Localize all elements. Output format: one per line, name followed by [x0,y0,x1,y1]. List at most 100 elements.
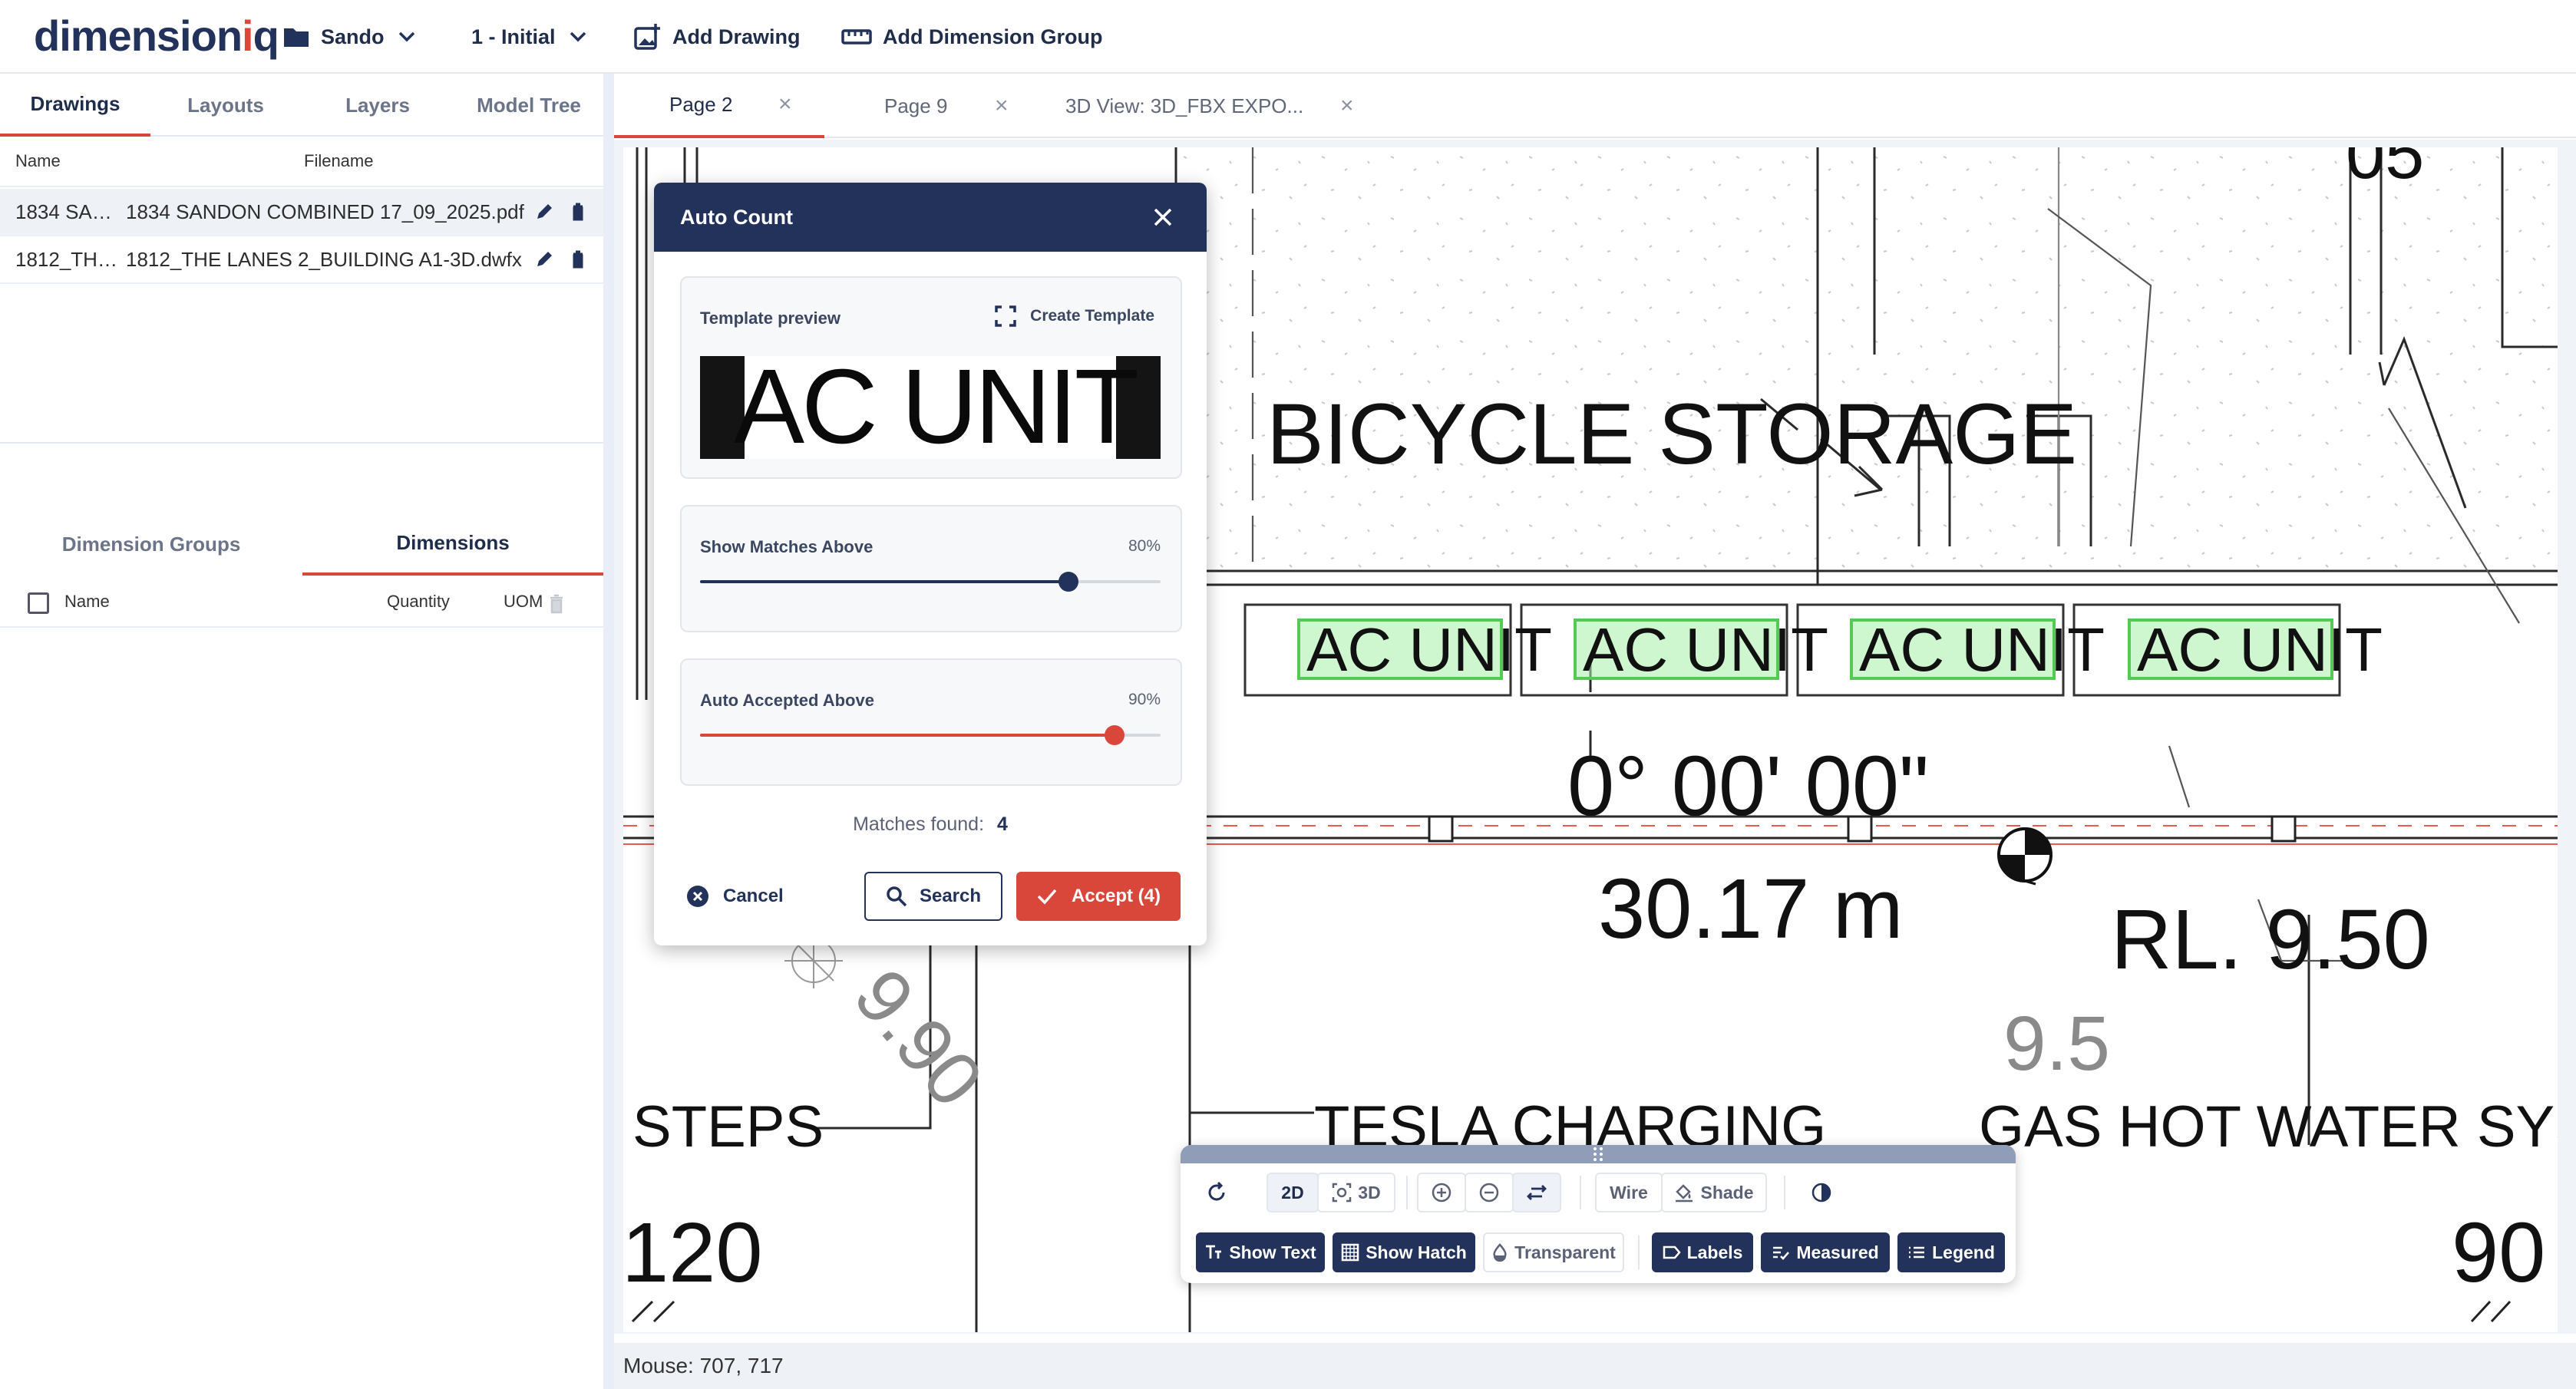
auto-count-dialog: Auto Count Template preview Create Templ… [654,183,1207,945]
dimension-tabs: Dimension Groups Dimensions [0,513,603,576]
column-header-quantity[interactable]: Quantity [387,592,450,612]
close-icon[interactable]: × [1340,93,1354,119]
measured-label: Measured [1796,1242,1879,1262]
shade-button[interactable]: Shade [1661,1173,1767,1212]
trash-icon[interactable] [568,202,588,222]
contrast-toggle-button[interactable] [1801,1173,1842,1212]
tab-model-tree[interactable]: Model Tree [454,74,603,137]
cancel-button[interactable]: Cancel [686,872,817,921]
label-rl: RL. 9.50 [2111,892,2430,987]
transparent-label: Transparent [1514,1242,1616,1262]
auto-accepted-card: Auto Accepted Above 90% [680,658,1182,786]
show-hatch-button[interactable]: Show Hatch [1333,1232,1475,1272]
zoom-in-icon [1432,1183,1451,1203]
drag-grip-icon [1593,1147,1603,1161]
show-matches-slider[interactable] [700,572,1161,592]
transparent-button[interactable]: Transparent [1483,1232,1624,1272]
add-dimension-group-button[interactable]: Add Dimension Group [841,21,1103,52]
view-3d-button[interactable]: 3D [1317,1173,1395,1212]
zoom-out-icon [1479,1183,1499,1203]
edit-icon[interactable] [534,202,554,222]
check-icon [1037,889,1057,905]
drawing-name: 1812_THE LANES 2_BUILDING A1-3D [15,247,124,271]
measured-button[interactable]: Measured [1761,1232,1890,1272]
contrast-icon [1811,1183,1831,1203]
ruler-icon [841,29,872,45]
label-120: 120 [623,1206,763,1300]
status-bar: Mouse: 707, 717 [614,1343,2576,1389]
list-check-icon [1773,1246,1790,1260]
toolbar-drag-handle[interactable] [1181,1145,2016,1163]
show-text-button[interactable]: Show Text [1196,1232,1325,1272]
label-05: 05 [2346,147,2424,193]
tab-layers[interactable]: Layers [301,74,454,137]
doc-tab-page-2[interactable]: Page 2 × [614,74,824,138]
revision-selector[interactable]: 1 - Initial [471,21,597,52]
zoom-in-button[interactable] [1417,1173,1466,1212]
labels-label: Labels [1686,1242,1743,1262]
column-header-name[interactable]: Name [64,592,110,612]
project-selector[interactable]: Sando [282,21,426,52]
tab-drawings[interactable]: Drawings [0,74,150,137]
text-icon [1206,1245,1222,1259]
label-gas-hot-water: GAS HOT WATER SYST [1979,1094,2558,1160]
trash-icon[interactable] [548,594,565,614]
accept-label: Accept (4) [1071,886,1161,906]
doc-tab-page-9[interactable]: Page 9 × [884,74,1084,138]
column-header-uom[interactable]: UOM [504,592,543,612]
slider-handle[interactable] [1105,725,1125,745]
close-icon[interactable]: × [995,93,1009,119]
column-header-name[interactable]: Name [15,151,61,171]
auto-accepted-value: 90% [1128,691,1161,708]
shade-label: Shade [1700,1182,1754,1203]
label-level: 9.5 [2003,1001,2110,1087]
rotate-icon [1208,1181,1225,1201]
edit-icon[interactable] [534,249,554,269]
auto-accepted-slider[interactable] [700,725,1161,745]
legend-label: Legend [1932,1242,1995,1262]
select-all-checkbox[interactable] [28,592,49,614]
tab-dimensions[interactable]: Dimensions [302,513,603,576]
app-root: dimensioniq Sando 1 - Initial Add Drawin… [0,0,2576,1389]
close-icon[interactable] [1151,206,1174,229]
accept-button[interactable]: Accept (4) [1016,872,1181,921]
create-template-button[interactable]: Create Template [995,305,1154,327]
panel-resize-handle[interactable] [603,74,614,1389]
dimension-ticks [631,1300,2512,1323]
matches-found-label: Matches found: [853,813,985,835]
slider-fill [700,734,1115,737]
slider-handle[interactable] [1058,572,1078,592]
zoom-out-button[interactable] [1465,1173,1514,1212]
logo-text-pre: dimension [34,12,243,60]
doc-tab-label: 3D View: 3D_FBX EXPO... [1065,94,1304,117]
drawing-row[interactable]: 1812_THE LANES 2_BUILDING A1-3D 1812_THE… [0,236,603,284]
fit-width-button[interactable] [1512,1173,1561,1212]
drawing-row[interactable]: 1834 SANDON COMBINED 17_09_2025 1834 SAN… [0,189,603,236]
left-panel: Drawings Layouts Layers Model Tree Name … [0,74,603,1389]
label-ac-unit: AC UNIT [2137,615,2383,684]
label-ac-unit: AC UNIT [1583,615,1828,684]
show-matches-card: Show Matches Above 80% [680,505,1182,632]
toolbar-separator [1638,1236,1640,1269]
close-icon[interactable]: × [778,91,792,117]
add-drawing-label: Add Drawing [672,25,801,48]
grid-icon [1341,1243,1359,1262]
wire-button[interactable]: Wire [1595,1173,1663,1212]
left-tabs: Drawings Layouts Layers Model Tree [0,74,603,137]
add-image-icon [634,24,660,50]
column-header-filename[interactable]: Filename [304,151,373,171]
app-logo[interactable]: dimensioniq [34,11,279,61]
labels-button[interactable]: Labels [1652,1232,1753,1272]
auto-accepted-label: Auto Accepted Above [700,691,874,710]
reset-view-button[interactable] [1196,1173,1237,1212]
view-2d-button[interactable]: 2D [1267,1173,1319,1212]
trash-icon[interactable] [568,249,588,269]
doc-tab-3d-view[interactable]: 3D View: 3D_FBX EXPO... × [1065,74,1372,138]
add-drawing-button[interactable]: Add Drawing [634,21,801,52]
template-image: AC UNIT [700,356,1161,459]
tab-dimension-groups[interactable]: Dimension Groups [0,513,302,576]
tab-layouts[interactable]: Layouts [150,74,301,137]
project-name: Sando [321,25,385,48]
legend-button[interactable]: Legend [1897,1232,2005,1272]
search-button[interactable]: Search [864,872,1002,921]
